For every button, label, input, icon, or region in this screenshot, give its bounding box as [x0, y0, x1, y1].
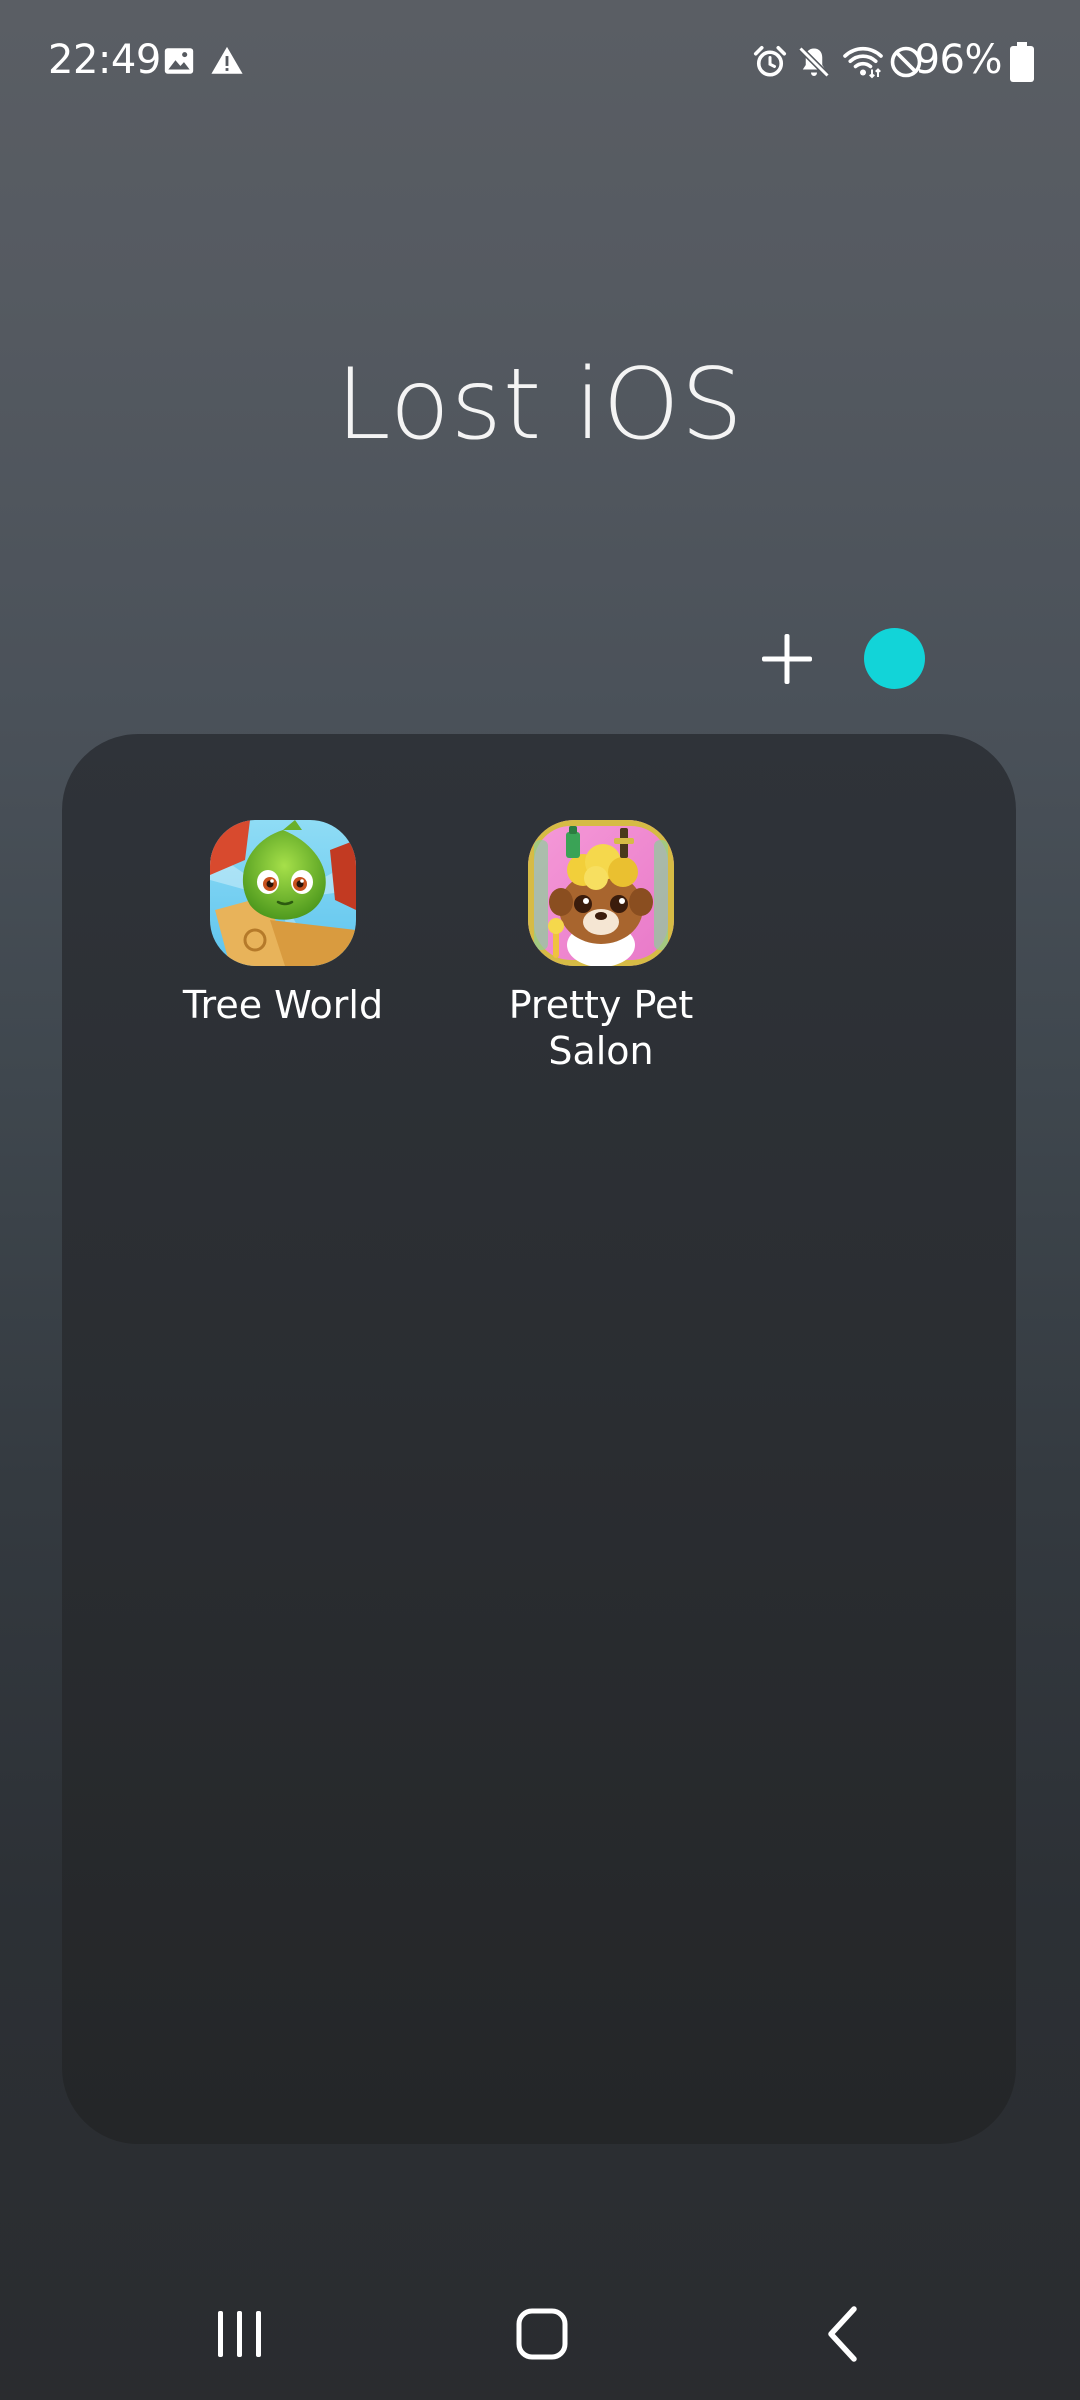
tree-world-app-icon [210, 820, 356, 966]
recents-icon [218, 2311, 261, 2357]
folder-panel: Tree World Pretty Pet Salon [62, 734, 1016, 2144]
warning-icon [211, 46, 243, 74]
wifi-icon [843, 46, 883, 79]
battery-percent: 96% [914, 37, 1003, 83]
back-button[interactable] [804, 2294, 884, 2374]
home-button[interactable] [502, 2294, 582, 2374]
recents-button[interactable] [200, 2294, 280, 2374]
app-label-pretty-pet-salon: Pretty Pet Salon [508, 983, 694, 1073]
add-apps-button[interactable] [756, 628, 818, 690]
navigation-bar [0, 2268, 1080, 2400]
plus-icon [762, 634, 812, 684]
home-icon [516, 2308, 568, 2360]
status-bar: 22:49 96% [0, 0, 1080, 124]
pretty-pet-salon-app-icon [528, 820, 674, 966]
back-icon [828, 2306, 857, 2362]
image-icon [164, 48, 194, 74]
folder-title[interactable]: Lost iOS [0, 345, 1080, 465]
mute-icon [798, 46, 830, 78]
folder-color-button[interactable] [864, 628, 925, 689]
alarm-icon [753, 45, 787, 77]
app-label-tree-world: Tree World [182, 983, 384, 1027]
status-time: 22:49 [48, 37, 161, 83]
battery-icon [1010, 42, 1034, 82]
